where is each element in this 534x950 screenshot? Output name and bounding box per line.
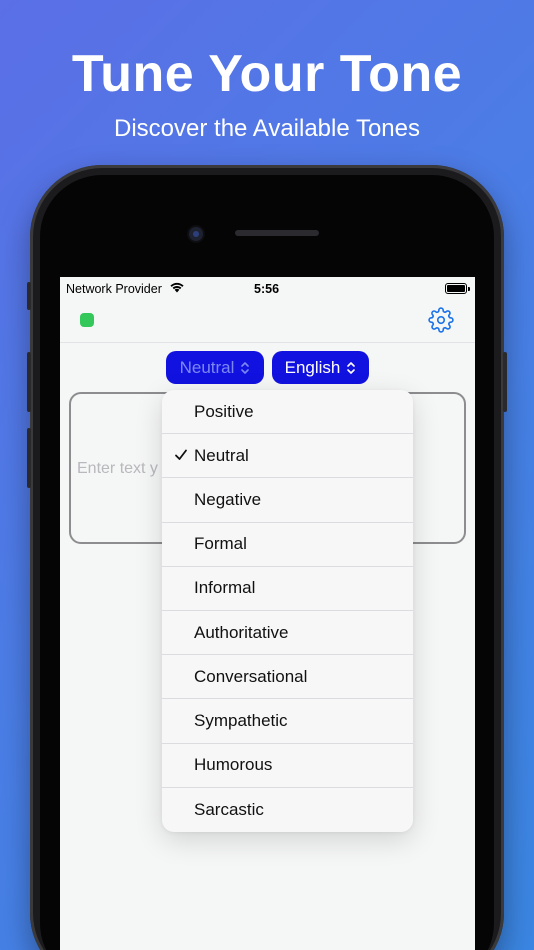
tone-option-label: Negative [194,489,262,509]
speaker-grille [235,230,319,236]
app-screen: Network Provider 5:56 Neutral English En… [60,277,475,950]
volume-up-button [27,352,31,412]
tone-option-humorous[interactable]: Humorous [162,744,413,788]
language-selector-button[interactable]: English [272,351,369,384]
tone-option-label: Positive [194,401,254,421]
promo-headline: Tune Your Tone [71,45,463,103]
tone-option-neutral[interactable]: Neutral [162,434,413,479]
tone-option-negative[interactable]: Negative [162,478,413,523]
tone-option-sympathetic[interactable]: Sympathetic [162,699,413,744]
tone-option-label: Informal [194,578,256,598]
promo-subheadline: Discover the Available Tones [114,115,420,142]
language-selector-label: English [284,357,341,377]
wifi-icon [169,281,185,296]
text-input-placeholder: Enter text y [77,460,158,477]
mute-switch [27,282,31,310]
tone-option-sarcastic[interactable]: Sarcastic [162,788,413,832]
chevron-up-down-icon [347,361,356,374]
volume-down-button [27,428,31,488]
battery-icon [445,283,470,294]
checkmark-icon [175,449,187,461]
tone-option-informal[interactable]: Informal [162,567,413,611]
tone-option-label: Authoritative [194,622,289,642]
tone-option-label: Humorous [194,755,273,775]
tone-option-label: Neutral [194,445,249,465]
tone-selector-button[interactable]: Neutral [166,351,264,384]
tone-option-conversational[interactable]: Conversational [162,655,413,700]
tone-option-label: Sympathetic [194,710,288,730]
camera-icon [189,227,203,241]
tone-option-label: Formal [194,534,247,554]
status-time: 5:56 [254,282,280,296]
settings-button[interactable] [428,307,454,333]
app-toolbar [60,303,475,343]
tone-option-authoritative[interactable]: Authoritative [162,611,413,656]
chevron-up-down-icon [241,361,250,374]
gear-icon [428,307,454,333]
tone-option-label: Sarcastic [194,799,264,819]
status-bar: Network Provider 5:56 [60,277,475,303]
power-button [503,352,507,412]
tone-option-label: Conversational [194,666,308,686]
tone-option-positive[interactable]: Positive [162,390,413,435]
tone-selector-label: Neutral [179,357,235,377]
connection-status-indicator [80,313,94,327]
carrier-label: Network Provider [66,282,162,296]
tone-dropdown-menu: Positive Neutral Negative Formal Informal Aut… [162,390,413,832]
tone-option-formal[interactable]: Formal [162,523,413,567]
